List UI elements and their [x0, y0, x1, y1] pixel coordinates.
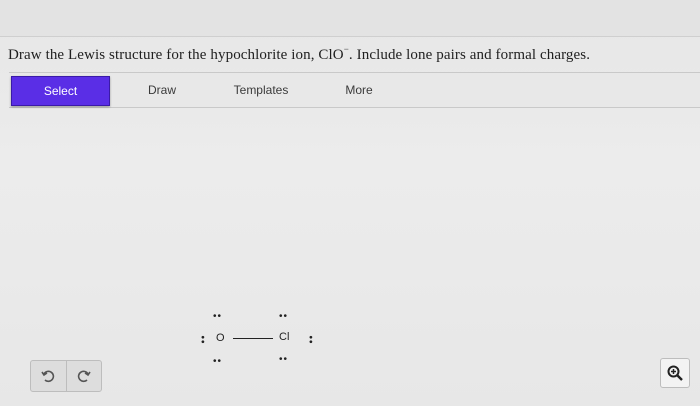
redo-icon — [77, 370, 91, 383]
undo-redo-group — [30, 360, 102, 392]
o-left-lone-pair: •• — [196, 335, 208, 345]
zoom-button[interactable] — [660, 358, 690, 388]
single-bond[interactable] — [233, 338, 273, 339]
atom-oxygen[interactable]: O — [216, 332, 225, 344]
drawing-canvas[interactable]: •• •• O •• •• Cl •• •• — [9, 107, 700, 406]
tab-templates[interactable]: Templates — [219, 76, 303, 104]
o-top-lone-pair: •• — [213, 311, 223, 322]
cl-top-lone-pair: •• — [279, 311, 289, 322]
tab-select[interactable]: Select — [11, 76, 110, 106]
top-strip — [0, 0, 700, 37]
o-bottom-lone-pair: •• — [213, 356, 223, 367]
zoom-icon — [667, 365, 683, 381]
atom-chlorine[interactable]: Cl — [279, 331, 289, 343]
tab-more[interactable]: More — [329, 76, 389, 104]
undo-button[interactable] — [31, 361, 66, 391]
tab-draw[interactable]: Draw — [127, 76, 197, 104]
question-text-end: . Include lone pairs and formal charges. — [348, 47, 591, 63]
undo-icon — [41, 370, 55, 383]
redo-button[interactable] — [65, 361, 102, 391]
toolbar: Select Draw Templates More — [9, 72, 700, 108]
question-text-main: Draw the Lewis structure for the hypochl… — [8, 47, 344, 63]
cl-bottom-lone-pair: •• — [279, 354, 289, 365]
question-text: Draw the Lewis structure for the hypochl… — [8, 44, 698, 64]
cl-right-lone-pair: •• — [304, 335, 316, 345]
